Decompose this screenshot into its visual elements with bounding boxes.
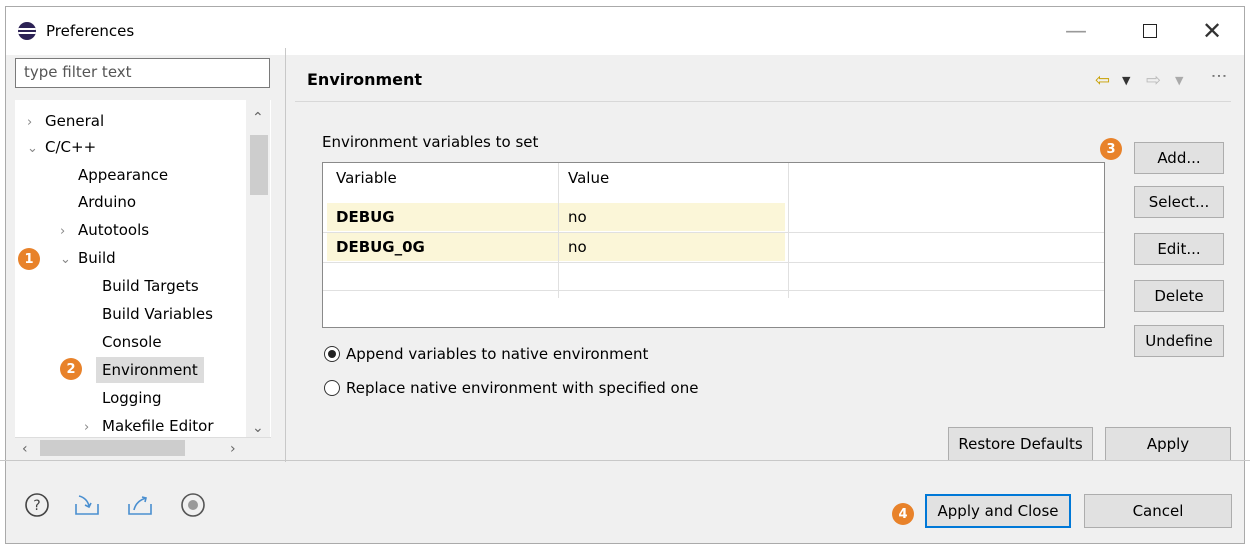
tree-vertical-scroll-thumb[interactable]: [250, 135, 268, 195]
tree-item-general[interactable]: › General: [27, 108, 104, 134]
append-radio-label: Append variables to native environment: [346, 345, 649, 363]
step-badge: 4: [892, 503, 914, 525]
footer-separator: [0, 460, 1250, 461]
eclipse-icon: [18, 22, 36, 40]
chevron-down-icon: ⌄: [27, 141, 38, 156]
filter-input[interactable]: type filter text: [15, 58, 270, 88]
tree-item-label: Appearance: [78, 166, 169, 184]
env-variables-label: Environment variables to set: [322, 133, 539, 151]
chevron-down-icon: ⌄: [60, 252, 71, 267]
tree-horizontal-scroll-thumb[interactable]: [40, 440, 185, 456]
chevron-right-icon: ›: [27, 115, 33, 130]
tree-item-cpp[interactable]: ⌄ C/C++: [27, 134, 96, 160]
tree-item-makefile-editor[interactable]: › Makefile Editor: [84, 413, 214, 439]
tree-item-build-targets[interactable]: Build Targets: [102, 273, 199, 299]
export-icon[interactable]: [125, 490, 155, 520]
delete-button[interactable]: Delete: [1134, 280, 1224, 312]
tree-item-label: General: [45, 112, 105, 130]
tree-item-label: Environment: [102, 361, 198, 379]
svg-text:?: ?: [33, 498, 40, 514]
tree-item-logging[interactable]: Logging: [102, 385, 162, 411]
apply-button[interactable]: Apply: [1105, 427, 1231, 461]
tree-item-label: Build Targets: [102, 277, 199, 295]
apply-and-close-button[interactable]: Apply and Close: [925, 494, 1071, 528]
tree-item-label: Build Variables: [102, 305, 213, 323]
forward-arrow-icon[interactable]: ⇨: [1146, 70, 1161, 91]
column-divider: [788, 163, 789, 298]
chevron-right-icon: ›: [60, 224, 66, 239]
env-variables-table[interactable]: Variable Value DEBUG no DEBUG_0G no: [322, 162, 1105, 328]
table-row[interactable]: [327, 203, 785, 231]
tree-item-label: Console: [102, 333, 162, 351]
record-icon[interactable]: [178, 490, 208, 520]
tree-item-autotools[interactable]: › Autotools: [60, 217, 149, 243]
pane-divider[interactable]: [285, 48, 286, 462]
scroll-up-icon[interactable]: ⌃: [252, 110, 264, 126]
maximize-icon: [1143, 24, 1157, 38]
tree-item-arduino[interactable]: Arduino: [78, 189, 136, 215]
restore-defaults-button[interactable]: Restore Defaults: [948, 427, 1093, 461]
help-icon[interactable]: ?: [22, 490, 52, 520]
scroll-down-icon[interactable]: ⌄: [252, 420, 264, 436]
window-title: Preferences: [46, 22, 135, 40]
minimize-button[interactable]: —: [1048, 7, 1104, 55]
more-menu-icon[interactable]: ⋮: [1210, 68, 1229, 83]
edit-button[interactable]: Edit...: [1134, 233, 1224, 265]
cell-value: no: [568, 208, 587, 226]
scroll-left-icon[interactable]: ‹: [22, 441, 28, 457]
tree-item-label: Arduino: [78, 193, 137, 211]
step-badge: 1: [18, 248, 40, 270]
tree-item-label: C/C++: [45, 138, 97, 156]
append-radio[interactable]: [324, 346, 340, 362]
maximize-button[interactable]: [1122, 7, 1178, 55]
column-header-value[interactable]: Value: [568, 169, 609, 187]
undefine-button[interactable]: Undefine: [1134, 325, 1224, 357]
column-divider: [558, 163, 559, 298]
tree-item-label: Build: [78, 249, 116, 267]
back-dropdown-icon[interactable]: ▼: [1122, 74, 1130, 87]
append-radio-option[interactable]: Append variables to native environment: [324, 345, 648, 363]
scroll-right-icon[interactable]: ›: [230, 441, 236, 457]
cell-variable: DEBUG: [336, 208, 395, 226]
column-header-variable[interactable]: Variable: [336, 169, 397, 187]
back-arrow-icon[interactable]: ⇦: [1095, 70, 1110, 91]
cell-variable: DEBUG_0G: [336, 238, 425, 256]
tree-item-environment[interactable]: Environment: [96, 357, 204, 383]
add-button[interactable]: Add...: [1134, 142, 1224, 174]
replace-radio-option[interactable]: Replace native environment with specifie…: [324, 379, 698, 397]
select-button[interactable]: Select...: [1134, 186, 1224, 218]
replace-radio-label: Replace native environment with specifie…: [346, 379, 699, 397]
row-divider: [323, 290, 1104, 291]
row-divider: [323, 262, 1104, 263]
tree-item-build-variables[interactable]: Build Variables: [102, 301, 213, 327]
tree-item-label: Makefile Editor: [102, 417, 214, 435]
tree-item-build[interactable]: ⌄ Build: [60, 245, 116, 271]
replace-radio[interactable]: [324, 380, 340, 396]
tree-item-console[interactable]: Console: [102, 329, 162, 355]
close-button[interactable]: ✕: [1184, 7, 1240, 55]
cell-value: no: [568, 238, 587, 256]
title-bar: Preferences — ✕: [6, 7, 1244, 55]
header-separator: [295, 101, 1231, 102]
step-badge: 2: [60, 358, 82, 380]
tree-item-appearance[interactable]: Appearance: [78, 162, 168, 188]
tree-item-label: Logging: [102, 389, 162, 407]
cancel-button[interactable]: Cancel: [1084, 494, 1232, 528]
import-icon[interactable]: [72, 490, 102, 520]
step-badge: 3: [1100, 138, 1122, 160]
forward-dropdown-icon[interactable]: ▼: [1175, 74, 1183, 87]
page-title: Environment: [307, 70, 423, 89]
preference-tree: › General ⌄ C/C++ Appearance Arduino › Auto…: [15, 100, 271, 440]
tree-item-label: Autotools: [78, 221, 150, 239]
row-divider: [323, 232, 1104, 233]
